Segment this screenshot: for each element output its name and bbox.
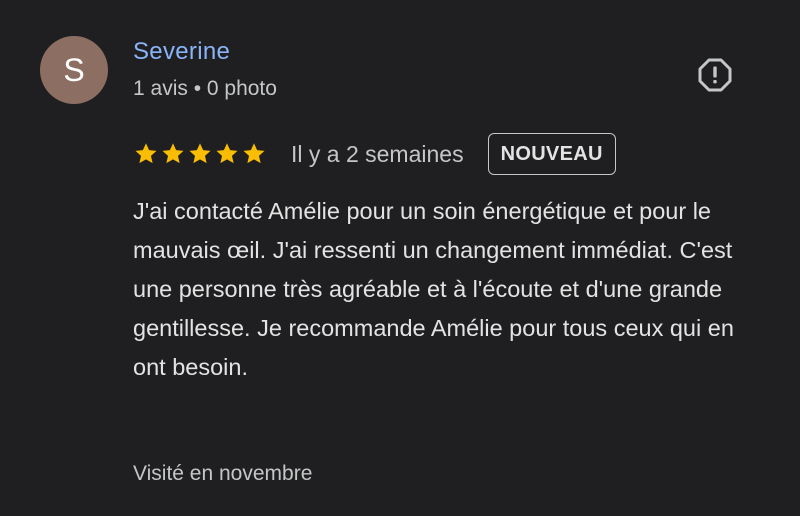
rating-row: Il y a 2 semaines NOUVEAU: [133, 132, 616, 176]
report-octagon-icon: [698, 58, 732, 92]
star-icon: [216, 143, 238, 164]
star-icon: [135, 143, 157, 164]
author-name[interactable]: Severine: [133, 38, 230, 66]
star-icon: [162, 143, 184, 164]
star-icon: [243, 143, 265, 164]
author-meta: 1 avis • 0 photo: [133, 77, 277, 100]
star-rating: [133, 141, 267, 167]
report-button[interactable]: [695, 55, 735, 95]
avatar[interactable]: S: [40, 36, 108, 104]
review-date: Il y a 2 semaines: [291, 140, 464, 167]
review-text: J'ai contacté Amélie pour un soin énergé…: [133, 198, 734, 380]
new-badge: NOUVEAU: [487, 133, 616, 175]
avatar-initial: S: [63, 51, 85, 88]
star-icon: [189, 143, 211, 164]
visit-info: Visité en novembre: [133, 462, 313, 485]
